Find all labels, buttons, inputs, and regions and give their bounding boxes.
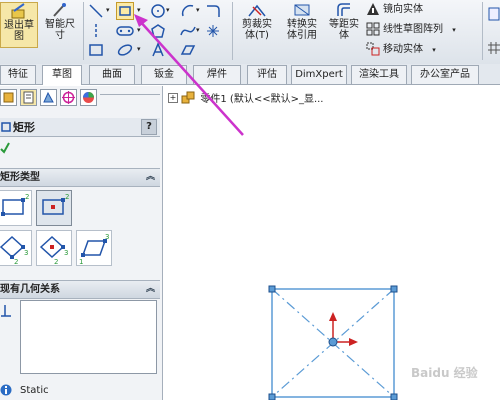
annotation-arrow-head — [134, 14, 148, 27]
annotation-overlay — [134, 14, 244, 136]
annotation-arrow-line — [137, 18, 244, 136]
